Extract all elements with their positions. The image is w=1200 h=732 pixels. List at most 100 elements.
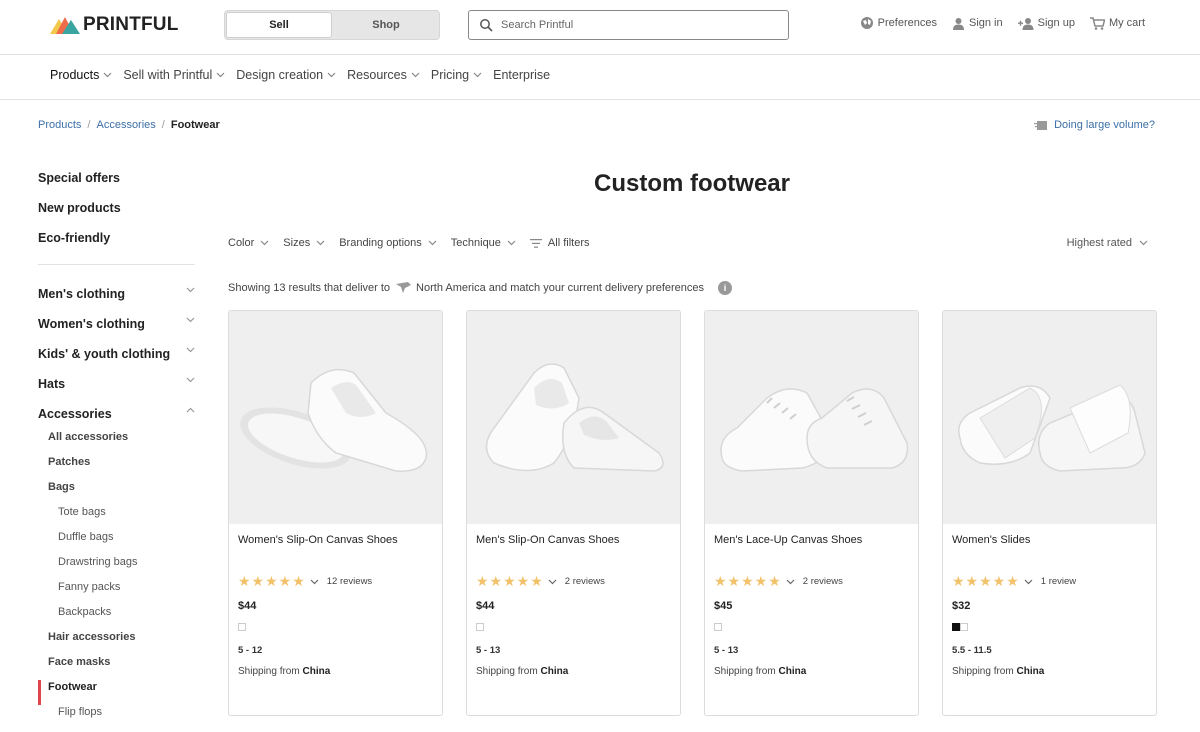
sign-up-link[interactable]: Sign up — [1017, 17, 1075, 30]
product-image[interactable] — [467, 311, 680, 524]
white-swatch[interactable] — [476, 623, 484, 631]
shipping-label: Shipping from — [714, 666, 776, 677]
sidebar-womens-label: Women's clothing — [38, 317, 145, 331]
filter-color[interactable]: Color — [228, 237, 269, 249]
sidebar-fanny-packs[interactable]: Fanny packs — [38, 580, 195, 605]
search-icon — [480, 19, 493, 32]
user-icon — [952, 17, 964, 30]
sidebar-kids-clothing[interactable]: Kids' & youth clothing — [38, 345, 195, 375]
nav-resources[interactable]: Resources — [347, 68, 420, 82]
product-name[interactable]: Men's Lace-Up Canvas Shoes — [714, 534, 862, 546]
product-name[interactable]: Women's Slip-On Canvas Shoes — [238, 534, 398, 546]
sidebar-drawstring-bags[interactable]: Drawstring bags — [38, 555, 195, 580]
nav-enterprise[interactable]: Enterprise — [493, 68, 550, 82]
sidebar-tote-bags[interactable]: Tote bags — [38, 505, 195, 530]
white-swatch[interactable] — [960, 623, 968, 631]
sidebar-mens-label: Men's clothing — [38, 287, 125, 301]
white-swatch[interactable] — [238, 623, 246, 631]
shipping-country: China — [1016, 666, 1045, 677]
sign-in-label: Sign in — [968, 17, 1003, 29]
review-count[interactable]: 12 reviews — [327, 576, 372, 587]
product-rating: ★★★★★ 2 reviews — [714, 573, 843, 590]
slip-on-shoe-image — [485, 362, 664, 472]
sidebar-bags[interactable]: Bags — [38, 480, 195, 505]
product-card[interactable]: Women's Slides ★★★★★ 1 review $32 5.5 - … — [942, 310, 1157, 716]
nav-products[interactable]: Products — [50, 68, 112, 82]
chevron-down-icon — [216, 72, 225, 78]
results-summary: Showing 13 results that deliver to North… — [228, 281, 733, 295]
filter-technique-label: Technique — [450, 237, 501, 249]
sidebar-face-masks[interactable]: Face masks — [38, 655, 195, 680]
sidebar-duffle-bags[interactable]: Duffle bags — [38, 530, 195, 555]
sign-in-link[interactable]: Sign in — [952, 17, 1003, 30]
info-icon[interactable]: i — [718, 281, 733, 295]
breadcrumb-products[interactable]: Products — [38, 119, 81, 131]
filter-technique[interactable]: Technique — [451, 237, 516, 249]
chevron-down-icon[interactable] — [1024, 579, 1033, 585]
review-count[interactable]: 2 reviews — [565, 576, 605, 587]
sidebar-footwear[interactable]: Footwear — [38, 680, 195, 705]
chevron-down-icon[interactable] — [310, 579, 319, 585]
sidebar-new-products[interactable]: New products — [38, 198, 195, 228]
product-rating: ★★★★★ 12 reviews — [238, 573, 372, 590]
product-image[interactable] — [229, 311, 442, 524]
large-volume-link[interactable]: Doing large volume? — [1034, 119, 1155, 131]
chevron-down-icon — [507, 240, 516, 246]
sidebar-eco-friendly[interactable]: Eco-friendly — [38, 228, 195, 258]
sidebar-mens-clothing[interactable]: Men's clothing — [38, 285, 195, 315]
sidebar-flip-flops[interactable]: Flip flops — [38, 705, 195, 730]
page-title: Custom footwear — [593, 170, 790, 197]
product-card[interactable]: Men's Slip-On Canvas Shoes ★★★★★ 2 revie… — [466, 310, 681, 716]
nav-design-creation[interactable]: Design creation — [236, 68, 336, 82]
review-count[interactable]: 2 reviews — [803, 576, 843, 587]
shop-toggle-button[interactable]: Shop — [333, 12, 439, 38]
chevron-down-icon[interactable] — [548, 579, 557, 585]
search-input[interactable] — [501, 19, 771, 31]
preferences-link[interactable]: Preferences — [860, 16, 937, 30]
cart-link[interactable]: My cart — [1089, 16, 1145, 30]
slides-image — [957, 383, 1146, 472]
sidebar-hair-accessories[interactable]: Hair accessories — [38, 630, 195, 655]
sidebar-backpacks[interactable]: Backpacks — [38, 605, 195, 630]
all-filters-button[interactable]: All filters — [529, 237, 590, 249]
filter-branding[interactable]: Branding options — [339, 237, 437, 249]
sidebar-patches[interactable]: Patches — [38, 455, 195, 480]
sort-dropdown[interactable]: Highest rated — [1067, 237, 1148, 249]
filter-branding-label: Branding options — [339, 237, 422, 249]
add-user-icon — [1017, 17, 1034, 30]
product-name[interactable]: Women's Slides — [952, 534, 1030, 546]
review-count[interactable]: 1 review — [1041, 576, 1076, 587]
sidebar-all-accessories[interactable]: All accessories — [38, 430, 195, 455]
sidebar-special-offers[interactable]: Special offers — [38, 168, 195, 198]
chevron-down-icon — [428, 240, 437, 246]
product-image[interactable] — [705, 311, 918, 524]
filter-sizes-label: Sizes — [283, 237, 311, 249]
results-prefix: Showing 13 results that deliver to — [228, 282, 391, 294]
all-filters-label: All filters — [547, 237, 590, 249]
shipping-origin: Shipping from China — [238, 666, 330, 677]
sell-toggle-button[interactable]: Sell — [226, 12, 332, 38]
product-price: $45 — [714, 600, 733, 612]
product-card[interactable]: Men's Lace-Up Canvas Shoes ★★★★★ 2 revie… — [704, 310, 919, 716]
sidebar-hats[interactable]: Hats — [38, 375, 195, 405]
shipping-label: Shipping from — [952, 666, 1014, 677]
sidebar-accessories[interactable]: Accessories — [38, 405, 195, 430]
top-header: PRINTFUL Sell Shop Preferences Sign in — [0, 0, 1200, 55]
product-grid: Women's Slip-On Canvas Shoes ★★★★★ 12 re… — [228, 310, 1157, 716]
breadcrumb-accessories[interactable]: Accessories — [96, 119, 155, 131]
chevron-down-icon — [411, 72, 420, 78]
printful-logo[interactable]: PRINTFUL — [50, 14, 179, 36]
chevron-up-icon — [186, 407, 195, 413]
white-swatch[interactable] — [714, 623, 722, 631]
nav-pricing[interactable]: Pricing — [431, 68, 482, 82]
sidebar-hats-label: Hats — [38, 377, 66, 391]
chevron-down-icon[interactable] — [786, 579, 795, 585]
product-image[interactable] — [943, 311, 1156, 524]
product-name[interactable]: Men's Slip-On Canvas Shoes — [476, 534, 619, 546]
sidebar-womens-clothing[interactable]: Women's clothing — [38, 315, 195, 345]
nav-sell-with-printful[interactable]: Sell with Printful — [123, 68, 225, 82]
results-region: North America and match your current del… — [416, 282, 705, 294]
filter-sizes[interactable]: Sizes — [283, 237, 325, 249]
black-swatch[interactable] — [952, 623, 960, 631]
product-card[interactable]: Women's Slip-On Canvas Shoes ★★★★★ 12 re… — [228, 310, 443, 716]
